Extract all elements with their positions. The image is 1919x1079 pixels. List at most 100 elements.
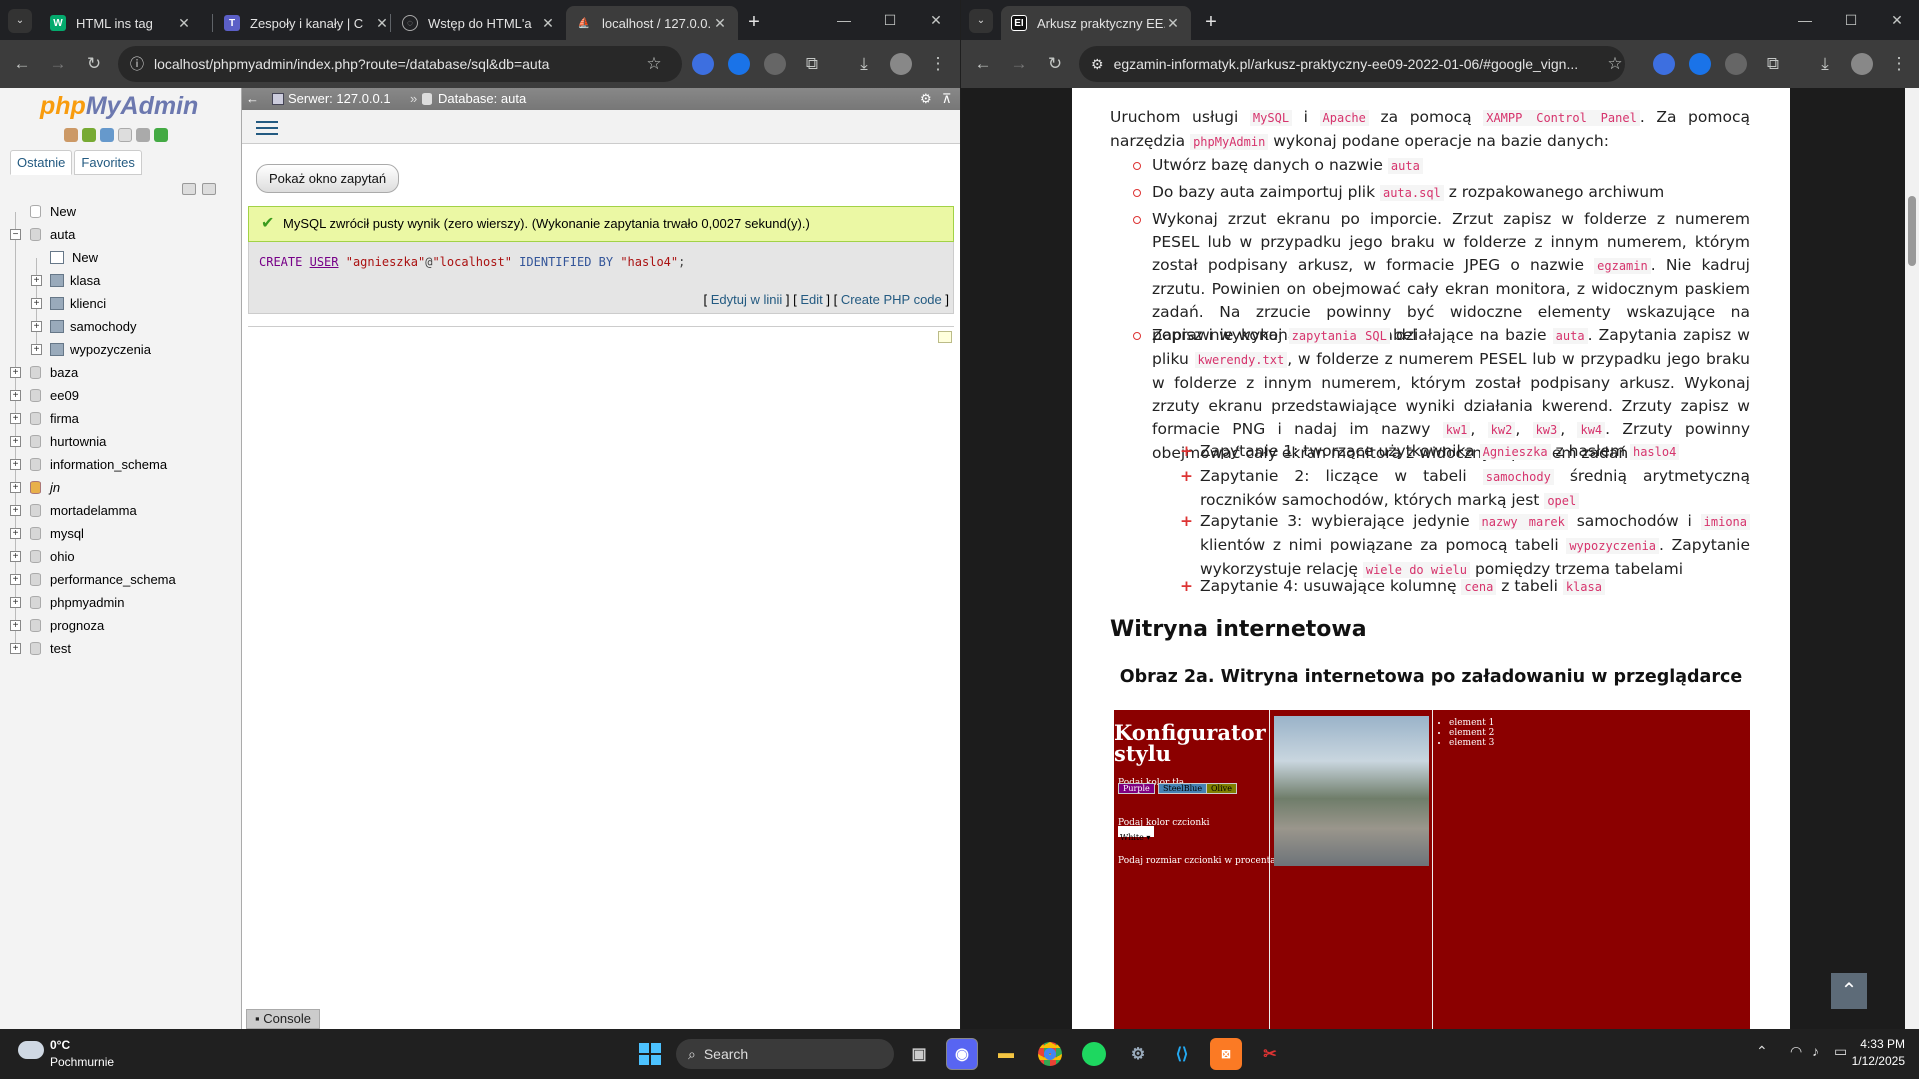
expand-icon[interactable]: + — [10, 459, 21, 470]
tree-db[interactable]: + hurtownia — [0, 430, 242, 453]
logout-icon[interactable] — [82, 128, 96, 142]
tree-db[interactable]: + prognoza — [0, 614, 242, 637]
reload-icon[interactable] — [154, 128, 168, 142]
expand-icon[interactable]: + — [31, 321, 42, 332]
scroll-to-top-button[interactable]: ⌃ — [1831, 973, 1867, 1009]
tree-db[interactable]: + information_schema — [0, 453, 242, 476]
gear-icon[interactable]: ⚙ — [920, 88, 932, 110]
volume-icon[interactable]: ♪ — [1812, 1043, 1819, 1059]
cloud-icon[interactable] — [18, 1041, 44, 1059]
profile-avatar[interactable] — [890, 53, 912, 75]
download-icon[interactable]: ⤓ — [850, 50, 878, 78]
spotify-icon[interactable] — [1078, 1038, 1110, 1070]
expand-icon[interactable]: + — [31, 298, 42, 309]
close-window-button[interactable]: ✕ — [1875, 6, 1919, 34]
tree-db[interactable]: + mortadelamma — [0, 499, 242, 522]
breadcrumb-server[interactable]: Serwer: 127.0.0.1 — [288, 88, 391, 110]
bookmark-icon[interactable] — [938, 331, 952, 343]
reload-icon[interactable]: ↻ — [80, 50, 108, 78]
back-icon[interactable]: ← — [8, 50, 36, 78]
download-icon[interactable]: ⤓ — [1811, 50, 1839, 78]
collapse-icon[interactable]: − — [10, 229, 21, 240]
address-bar[interactable]: ⚙ egzamin-informatyk.pl/arkusz-praktyczny… — [1079, 46, 1625, 82]
menu-kebab-icon[interactable]: ⋮ — [1885, 50, 1913, 78]
show-query-window-button[interactable]: Pokaż okno zapytań — [256, 164, 400, 193]
expand-icon[interactable]: + — [10, 482, 21, 493]
expand-icon[interactable]: + — [10, 643, 21, 654]
maximize-button[interactable]: ☐ — [1829, 6, 1873, 34]
tab-html-ins[interactable]: W HTML ins tag ✕ — [40, 6, 202, 40]
expand-icon[interactable]: + — [10, 390, 21, 401]
extension-icon[interactable] — [764, 53, 786, 75]
vscode-icon[interactable]: ⟨⟩ — [1166, 1038, 1198, 1070]
weather-desc[interactable]: Pochmurnie — [50, 1055, 114, 1069]
expand-icon[interactable]: + — [10, 413, 21, 424]
close-icon[interactable]: ✕ — [1165, 15, 1181, 32]
expand-icon[interactable]: + — [10, 528, 21, 539]
expand-icon[interactable]: + — [10, 620, 21, 631]
forward-icon[interactable]: → — [1005, 50, 1033, 78]
expand-icon[interactable]: + — [10, 367, 21, 378]
tree-db[interactable]: + mysql — [0, 522, 242, 545]
expand-icon[interactable]: + — [31, 275, 42, 286]
tab-wstep[interactable]: ◌ Wstęp do HTML'a ✕ — [392, 6, 566, 40]
close-window-button[interactable]: ✕ — [914, 6, 958, 34]
tab-search-button[interactable]: ⌄ — [8, 9, 32, 33]
help-icon[interactable] — [100, 128, 114, 142]
expand-icon[interactable]: + — [10, 505, 21, 516]
tree-db[interactable]: + ohio — [0, 545, 242, 568]
extensions-puzzle-icon[interactable]: ⧉ — [1759, 50, 1787, 78]
tree-db[interactable]: + baza — [0, 361, 242, 384]
collapse-arrow-icon[interactable]: ← — [246, 88, 259, 110]
tab-teams[interactable]: T Zespoły i kanały | C ✕ — [214, 6, 400, 40]
extension-icon[interactable] — [1689, 53, 1711, 75]
collapse-all-icon[interactable] — [182, 183, 196, 195]
snipping-tool-icon[interactable]: ✂ — [1254, 1038, 1286, 1070]
discord-icon[interactable]: ◉ — [946, 1038, 978, 1070]
clock[interactable]: 4:33 PM 1/12/2025 — [1852, 1037, 1905, 1068]
show-hidden-icons-chevron-icon[interactable]: ⌃ — [1756, 1043, 1768, 1060]
wifi-icon[interactable]: ◠ — [1790, 1043, 1802, 1060]
tree-table[interactable]: + samochody — [0, 315, 242, 338]
expand-icon[interactable]: + — [31, 344, 42, 355]
scrollbar-thumb[interactable] — [1908, 196, 1916, 266]
pma-logo[interactable]: phpMyAdmin — [40, 92, 198, 121]
tab-arkusz[interactable]: EI Arkusz praktyczny EE.09 - 2022 ✕ — [1001, 6, 1191, 40]
tree-db[interactable]: + ee09 — [0, 384, 242, 407]
site-info-icon[interactable]: ⓘ — [130, 56, 144, 72]
close-icon[interactable]: ✕ — [374, 15, 390, 32]
site-info-icon[interactable]: ⚙ — [1091, 56, 1104, 72]
settings-icon[interactable] — [136, 128, 150, 142]
extension-icon[interactable] — [728, 53, 750, 75]
tree-table[interactable]: + klasa — [0, 269, 242, 292]
extensions-puzzle-icon[interactable]: ⧉ — [798, 50, 826, 78]
close-icon[interactable]: ✕ — [712, 15, 728, 32]
weather-temp[interactable]: 0°C — [50, 1038, 70, 1052]
settings-gear-icon[interactable]: ⚙ — [1122, 1038, 1154, 1070]
tree-db[interactable]: + firma — [0, 407, 242, 430]
link-with-main-icon[interactable] — [202, 183, 216, 195]
hamburger-menu-icon[interactable] — [256, 117, 278, 137]
menu-kebab-icon[interactable]: ⋮ — [924, 50, 952, 78]
minimize-button[interactable]: — — [1783, 6, 1827, 34]
tree-db[interactable]: + performance_schema — [0, 568, 242, 591]
home-icon[interactable] — [64, 128, 78, 142]
maximize-button[interactable]: ☐ — [868, 6, 912, 34]
new-tab-button[interactable]: + — [1197, 8, 1225, 36]
expand-icon[interactable]: + — [10, 436, 21, 447]
extension-icon[interactable] — [1653, 53, 1675, 75]
close-icon[interactable]: ✕ — [176, 15, 192, 32]
docs-icon[interactable] — [118, 128, 132, 142]
tree-table[interactable]: + wypozyczenia — [0, 338, 242, 361]
tab-search-button[interactable]: ⌄ — [969, 9, 993, 33]
collapse-top-icon[interactable]: ⊼ — [942, 88, 952, 110]
tree-new-database[interactable]: New — [0, 200, 242, 223]
bookmark-star-icon[interactable]: ☆ — [640, 50, 668, 78]
windows-start-icon[interactable] — [634, 1038, 666, 1070]
expand-icon[interactable]: + — [10, 597, 21, 608]
edit-link[interactable]: Edit — [800, 292, 822, 307]
expand-icon[interactable]: + — [10, 551, 21, 562]
file-explorer-icon[interactable]: ▬ — [990, 1038, 1022, 1070]
back-icon[interactable]: ← — [969, 50, 997, 78]
task-view-icon[interactable]: ▣ — [903, 1038, 935, 1070]
